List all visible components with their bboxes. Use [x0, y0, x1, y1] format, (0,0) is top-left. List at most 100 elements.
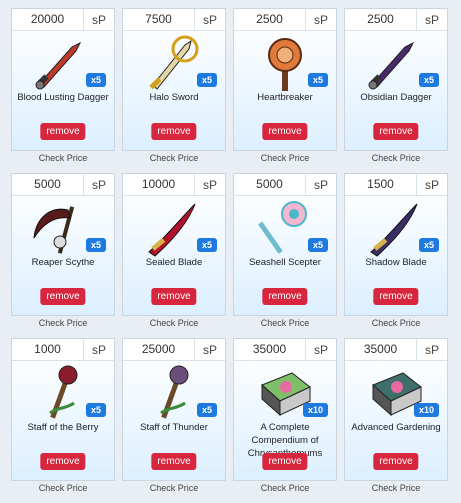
price-row: 20000 sP	[12, 9, 114, 31]
item-name: Staff of Thunder	[140, 422, 208, 433]
item-card: 7500 sP x5 Halo Sword remove	[122, 8, 226, 151]
item-name: Shadow Blade	[365, 257, 427, 268]
item-cell: 25000 sP x5 Staff of Thunder remove Chec…	[122, 338, 226, 503]
quantity-badge: x10	[413, 403, 439, 417]
check-price-link[interactable]: Check Price	[11, 318, 115, 328]
check-price-link[interactable]: Check Price	[344, 483, 448, 493]
price-row: 2500 sP	[345, 9, 447, 31]
quantity-badge: x5	[418, 238, 439, 252]
item-cell: 2500 sP x5 Obsidian Dagger remove Check …	[344, 8, 448, 173]
price-value: 35000	[345, 339, 417, 360]
item-name: Staff of the Berry	[27, 422, 99, 433]
currency-label: sP	[202, 12, 217, 27]
item-card: 5000 sP x5 Reaper Scythe remove	[11, 173, 115, 316]
currency-label: sP	[313, 177, 328, 192]
price-row: 5000 sP	[234, 174, 336, 196]
item-cell: 1500 sP x5 Shadow Blade remove Check Pri…	[344, 173, 448, 338]
price-value: 2500	[234, 9, 306, 30]
item-card: 25000 sP x5 Staff of Thunder remove	[122, 338, 226, 481]
price-value: 2500	[345, 9, 417, 30]
currency-label: sP	[202, 342, 217, 357]
item-card: 35000 sP x10 Advanced Gardening remove	[344, 338, 448, 481]
remove-button[interactable]: remove	[373, 123, 419, 140]
price-value: 5000	[234, 174, 306, 195]
currency-label: sP	[424, 342, 439, 357]
currency-label: sP	[424, 177, 439, 192]
price-row: 1500 sP	[345, 174, 447, 196]
quantity-badge: x5	[196, 73, 217, 87]
price-value: 5000	[12, 174, 84, 195]
item-card: 2500 sP x5 Obsidian Dagger remove	[344, 8, 448, 151]
item-grid: 20000 sP x5 Blood Lusting Dagger remove …	[11, 8, 448, 503]
remove-button[interactable]: remove	[262, 453, 308, 470]
remove-button[interactable]: remove	[40, 288, 86, 305]
item-cell: 7500 sP x5 Halo Sword remove Check Price	[122, 8, 226, 173]
quantity-badge: x5	[196, 403, 217, 417]
remove-button[interactable]: remove	[373, 453, 419, 470]
remove-button[interactable]: remove	[40, 453, 86, 470]
item-card: 1000 sP x5 Staff of the Berry remove	[11, 338, 115, 481]
quantity-badge: x5	[85, 238, 106, 252]
remove-button[interactable]: remove	[373, 288, 419, 305]
currency-label: sP	[91, 177, 106, 192]
item-cell: 5000 sP x5 Seashell Scepter remove Check…	[233, 173, 337, 338]
price-row: 10000 sP	[123, 174, 225, 196]
check-price-link[interactable]: Check Price	[344, 318, 448, 328]
check-price-link[interactable]: Check Price	[233, 483, 337, 493]
check-price-link[interactable]: Check Price	[233, 318, 337, 328]
item-cell: 10000 sP x5 Sealed Blade remove Check Pr…	[122, 173, 226, 338]
check-price-link[interactable]: Check Price	[11, 483, 115, 493]
item-name: Heartbreaker	[257, 92, 313, 103]
price-value: 10000	[123, 174, 195, 195]
currency-label: sP	[313, 12, 328, 27]
currency-label: sP	[313, 342, 328, 357]
check-price-link[interactable]: Check Price	[344, 153, 448, 163]
remove-button[interactable]: remove	[262, 123, 308, 140]
item-name: Obsidian Dagger	[360, 92, 432, 103]
quantity-badge: x5	[307, 73, 328, 87]
item-name: Halo Sword	[149, 92, 199, 103]
item-card: 2500 sP x5 Heartbreaker remove	[233, 8, 337, 151]
item-card: 5000 sP x5 Seashell Scepter remove	[233, 173, 337, 316]
quantity-badge: x10	[302, 403, 328, 417]
item-cell: 20000 sP x5 Blood Lusting Dagger remove …	[11, 8, 115, 173]
price-value: 7500	[123, 9, 195, 30]
item-card: 35000 sP x10 A Complete Compendium of Ch…	[233, 338, 337, 481]
price-row: 35000 sP	[234, 339, 336, 361]
item-name: Reaper Scythe	[31, 257, 95, 268]
price-row: 7500 sP	[123, 9, 225, 31]
item-cell: 35000 sP x10 A Complete Compendium of Ch…	[233, 338, 337, 503]
item-card: 10000 sP x5 Sealed Blade remove	[122, 173, 226, 316]
currency-label: sP	[91, 342, 106, 357]
item-card: 20000 sP x5 Blood Lusting Dagger remove	[11, 8, 115, 151]
item-name: Sealed Blade	[145, 257, 203, 268]
item-card: 1500 sP x5 Shadow Blade remove	[344, 173, 448, 316]
currency-label: sP	[91, 12, 106, 27]
price-row: 5000 sP	[12, 174, 114, 196]
check-price-link[interactable]: Check Price	[11, 153, 115, 163]
price-value: 20000	[12, 9, 84, 30]
currency-label: sP	[424, 12, 439, 27]
quantity-badge: x5	[418, 73, 439, 87]
price-value: 1000	[12, 339, 84, 360]
remove-button[interactable]: remove	[151, 288, 197, 305]
check-price-link[interactable]: Check Price	[122, 318, 226, 328]
remove-button[interactable]: remove	[151, 123, 197, 140]
quantity-badge: x5	[196, 238, 217, 252]
item-name: Blood Lusting Dagger	[17, 92, 109, 103]
check-price-link[interactable]: Check Price	[122, 153, 226, 163]
remove-button[interactable]: remove	[262, 288, 308, 305]
price-value: 1500	[345, 174, 417, 195]
price-row: 25000 sP	[123, 339, 225, 361]
item-name: Advanced Gardening	[351, 422, 441, 433]
check-price-link[interactable]: Check Price	[233, 153, 337, 163]
remove-button[interactable]: remove	[40, 123, 86, 140]
remove-button[interactable]: remove	[151, 453, 197, 470]
check-price-link[interactable]: Check Price	[122, 483, 226, 493]
price-row: 35000 sP	[345, 339, 447, 361]
item-cell: 5000 sP x5 Reaper Scythe remove Check Pr…	[11, 173, 115, 338]
item-cell: 1000 sP x5 Staff of the Berry remove Che…	[11, 338, 115, 503]
item-name: Seashell Scepter	[249, 257, 321, 268]
price-value: 25000	[123, 339, 195, 360]
quantity-badge: x5	[307, 238, 328, 252]
